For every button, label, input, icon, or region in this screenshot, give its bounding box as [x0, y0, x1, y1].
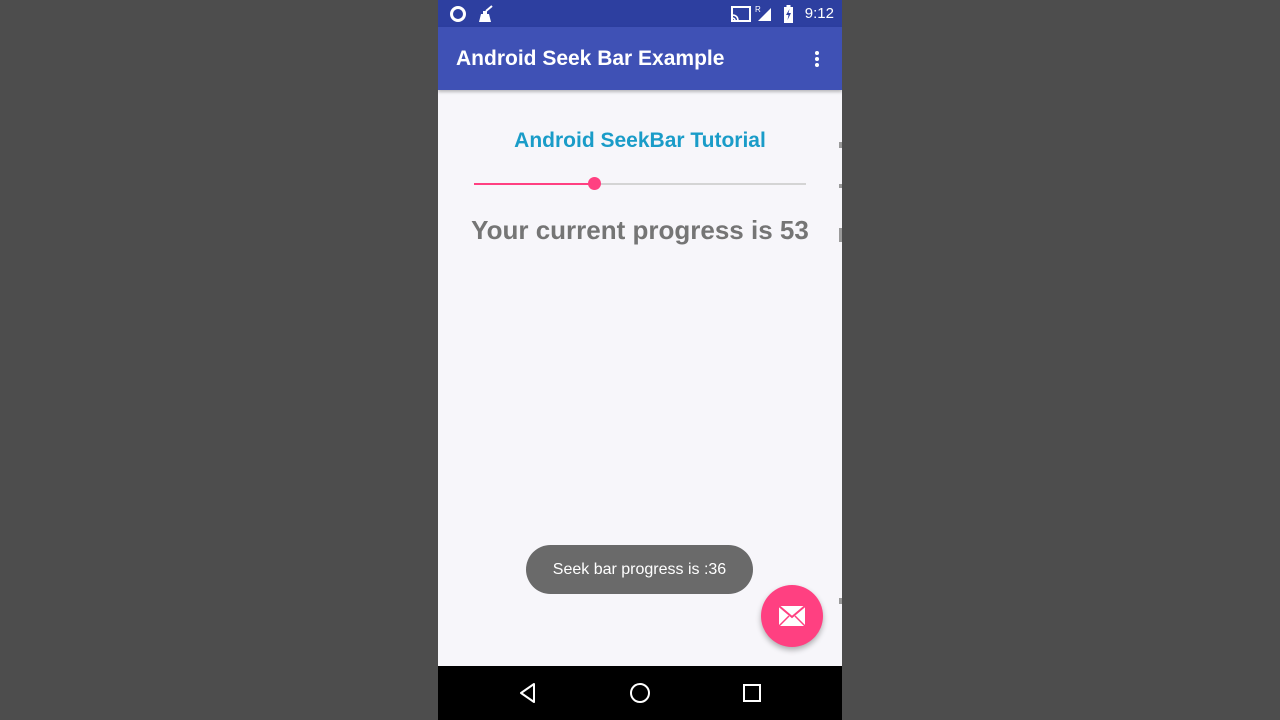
- signal-roaming-label: R: [755, 5, 761, 14]
- home-icon[interactable]: [628, 681, 652, 705]
- seek-bar-progress: [474, 183, 594, 185]
- status-time: 9:12: [804, 5, 834, 22]
- seek-bar[interactable]: [474, 172, 806, 196]
- tutorial-heading: Android SeekBar Tutorial: [514, 129, 766, 152]
- progress-text: Your current progress is 53: [471, 215, 809, 245]
- recents-icon[interactable]: [740, 681, 764, 705]
- back-icon[interactable]: [516, 681, 540, 705]
- phone-screen: R 9:12 Android Seek Bar Example Android …: [438, 0, 842, 720]
- cleaner-icon: [479, 5, 493, 22]
- cast-icon: [731, 6, 751, 22]
- mail-fab-button[interactable]: [761, 585, 823, 647]
- signal-icon: R: [755, 5, 771, 21]
- navigation-bar: [438, 666, 842, 720]
- app-bar: Android Seek Bar Example: [438, 27, 842, 90]
- more-vert-icon[interactable]: [805, 47, 829, 71]
- mail-icon: [778, 605, 806, 627]
- circle-notification-icon: [450, 6, 466, 22]
- status-bar: R 9:12: [438, 0, 842, 27]
- toast-message: Seek bar progress is :36: [526, 545, 753, 594]
- app-title: Android Seek Bar Example: [456, 47, 725, 70]
- seek-bar-thumb[interactable]: [587, 177, 601, 190]
- battery-charging-icon: [784, 5, 793, 23]
